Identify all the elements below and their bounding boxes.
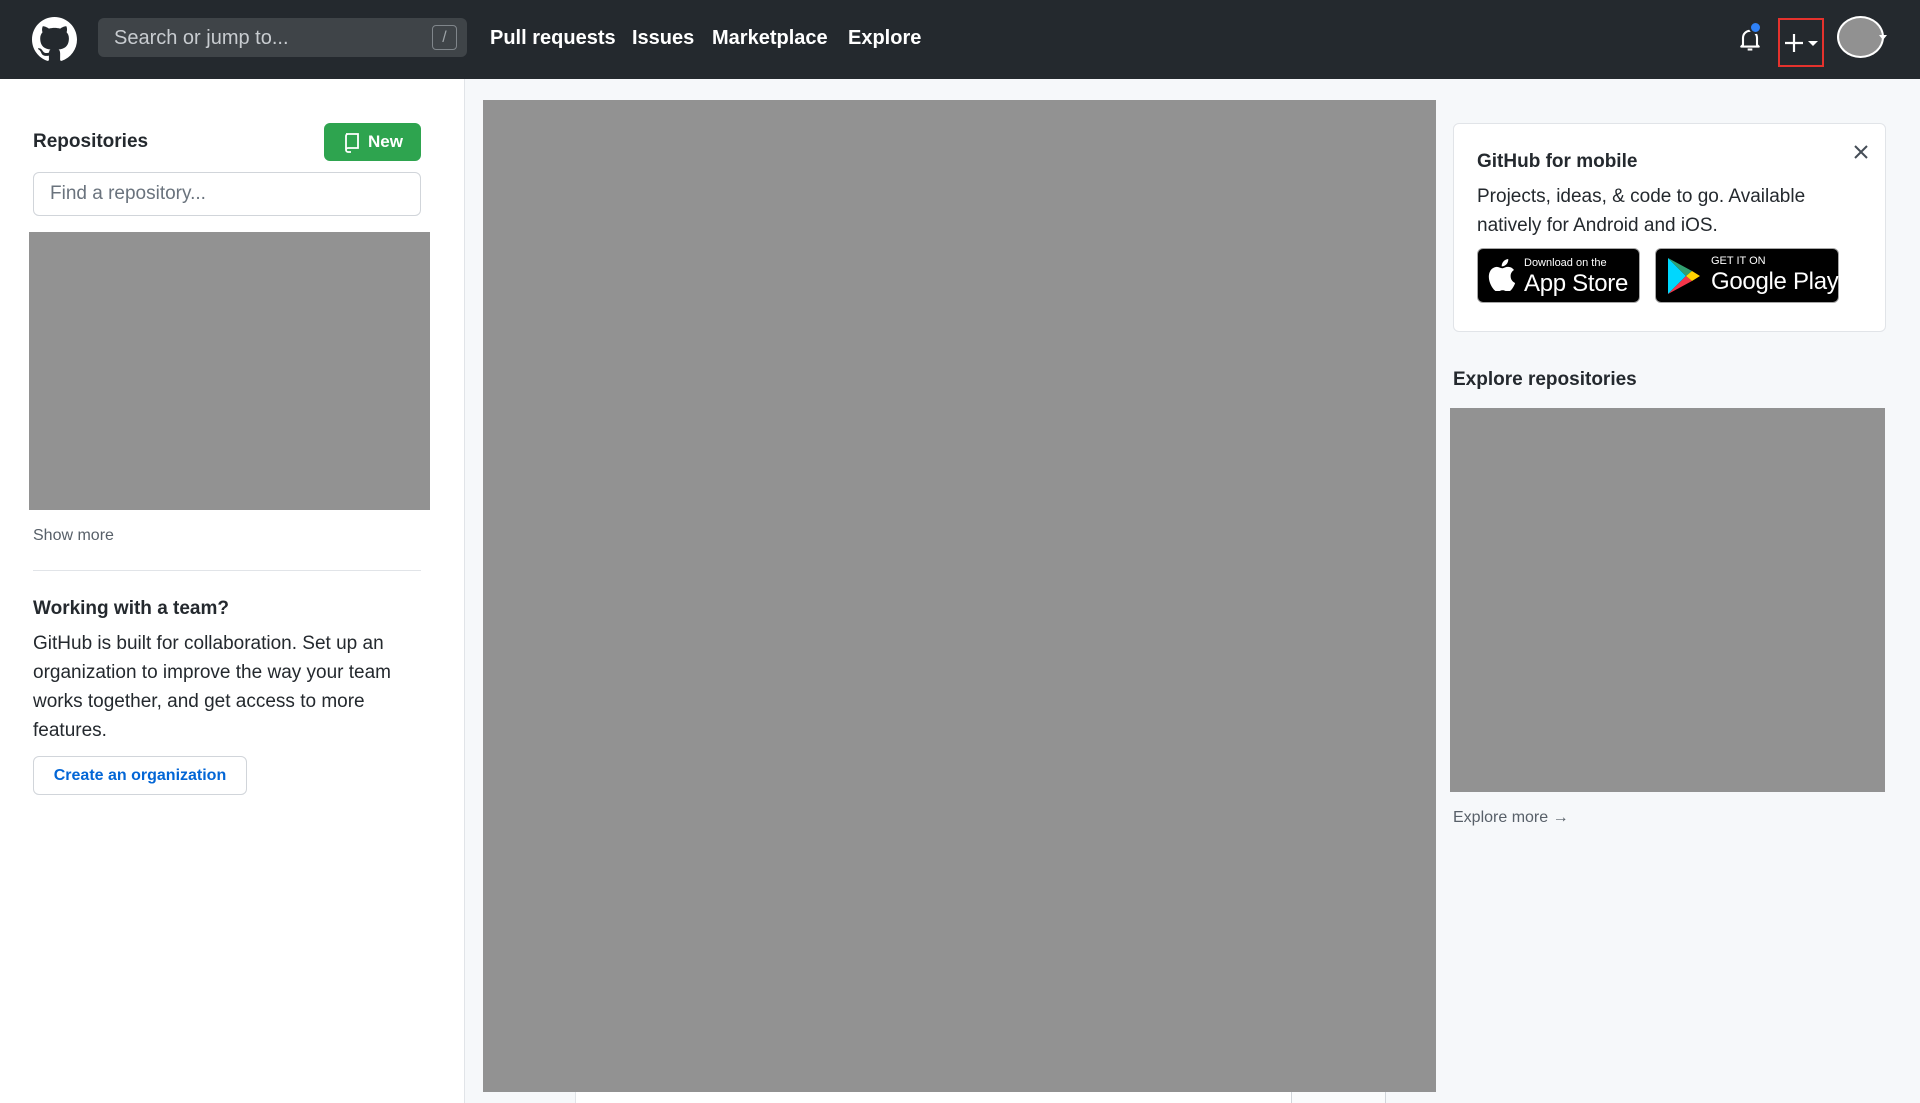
team-description: GitHub is built for collaboration. Set u… [33,633,392,741]
nav-issues[interactable]: Issues [632,27,694,50]
repo-icon [345,133,359,153]
mobile-card-title: GitHub for mobile [1477,151,1638,172]
google-play-big-text: Google Play [1711,268,1839,295]
github-logo-icon[interactable] [32,17,77,62]
explore-more-link[interactable]: Explore more → [1453,809,1569,827]
new-repository-button[interactable]: New [324,123,421,161]
new-button-label: New [368,132,403,151]
github-mobile-card: GitHub for mobile Projects, ideas, & cod… [1453,123,1886,332]
user-avatar[interactable] [1837,16,1884,58]
app-store-small-text: Download on the [1524,257,1607,269]
apple-icon [1488,259,1516,291]
app-store-button[interactable]: Download on the App Store [1477,248,1640,303]
nav-pull-requests[interactable]: Pull requests [490,27,616,50]
avatar-caret-icon [1879,35,1887,40]
mobile-card-text: Projects, ideas, & code to go. Available… [1477,186,1806,236]
search-shortcut-badge: / [432,25,457,50]
create-new-dropdown-button[interactable] [1778,18,1824,67]
app-store-big-text: App Store [1524,270,1629,297]
google-play-small-text: GET IT ON [1711,255,1766,267]
create-organization-button[interactable]: Create an organization [33,756,247,795]
find-repository-input[interactable] [33,172,421,216]
team-heading: Working with a team? [33,598,230,619]
repository-list-placeholder [29,232,430,510]
plus-icon [1785,34,1818,52]
notification-unread-dot [1749,21,1762,34]
google-play-icon [1668,258,1700,294]
dashboard-sidebar: Repositories New Show more Working with … [0,79,465,1103]
google-play-button[interactable]: GET IT ON Google Play [1655,248,1839,303]
nav-explore[interactable]: Explore [848,27,921,50]
explore-repositories-heading: Explore repositories [1453,369,1637,390]
show-more-link[interactable]: Show more [33,527,114,545]
repositories-heading: Repositories [33,131,149,152]
top-nav-bar: Search or jump to... / Pull requests Iss… [0,0,1920,79]
close-icon[interactable] [1850,141,1872,163]
explore-repositories-placeholder [1450,408,1885,792]
main-feed-placeholder [483,100,1436,1092]
search-placeholder: Search or jump to... [114,27,289,49]
nav-marketplace[interactable]: Marketplace [712,27,828,50]
sidebar-divider [33,570,421,571]
global-search-input[interactable]: Search or jump to... / [98,18,467,57]
